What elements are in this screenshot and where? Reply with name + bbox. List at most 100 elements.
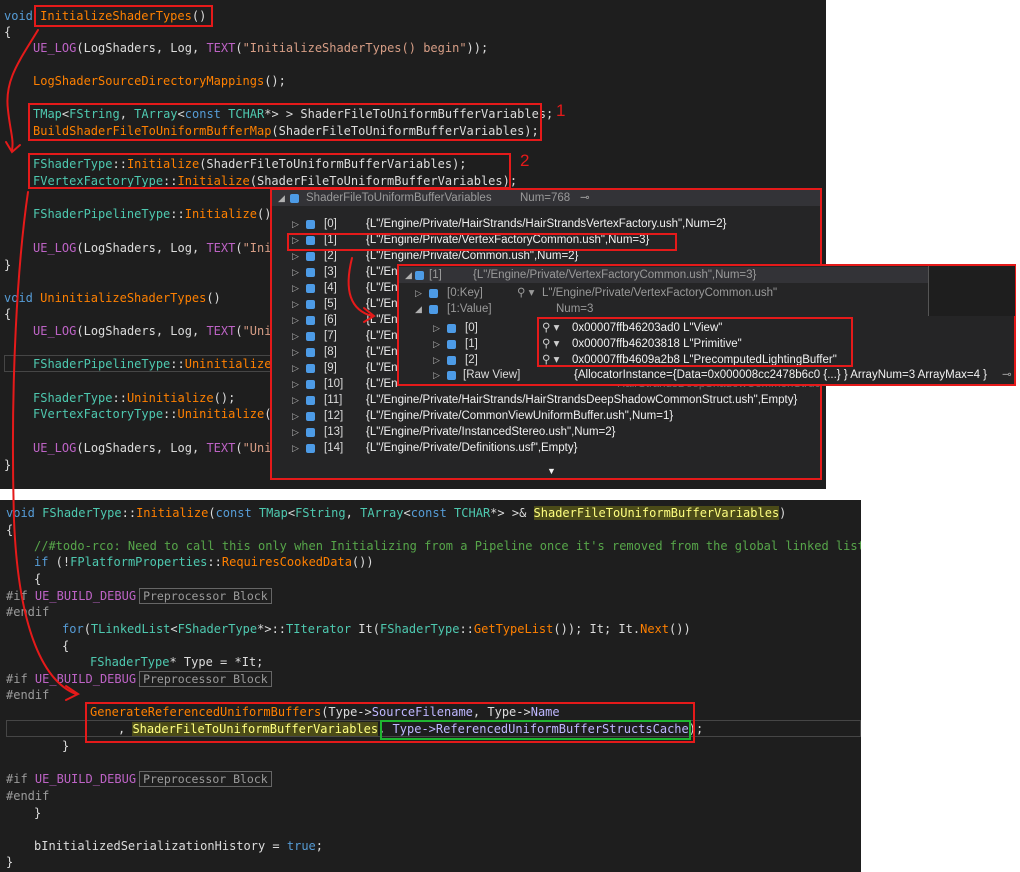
subtip-header-index: [1]: [429, 269, 442, 281]
subtip-header[interactable]: ◢ [1] {L"/Engine/Private/VertexFactoryCo…: [399, 267, 1014, 283]
expand-arrow-icon[interactable]: ▷: [292, 376, 299, 392]
annotation-number-1: 1: [556, 101, 566, 120]
subtip-header-value: {L"/Engine/Private/VertexFactoryCommon.u…: [473, 269, 757, 281]
watch-row-index: [11]: [324, 394, 343, 406]
variable-icon: [306, 380, 315, 389]
code-line: {: [4, 307, 12, 321]
watch-row-value: {L"/Engine/Private/InstancedStereo.ush",…: [366, 426, 616, 438]
code-line: }: [4, 458, 12, 472]
bottom-code-editor[interactable]: void FShaderType::Initialize(const TMap<…: [0, 500, 861, 872]
variable-icon: [306, 316, 315, 325]
code-line: }: [62, 739, 70, 753]
code-line: }: [4, 258, 12, 272]
code-line: UE_LOG(LogShaders, Log, TEXT("Uninit: [33, 324, 294, 338]
watch-row-value: {L"/En: [366, 314, 398, 326]
code-line: UE_LOG(LogShaders, Log, TEXT("Initia: [33, 241, 294, 255]
code-line: LogShaderSourceDirectoryMappings();: [33, 74, 286, 88]
expand-arrow-icon[interactable]: ▷: [433, 320, 440, 336]
expand-arrow-icon[interactable]: ▷: [292, 280, 299, 296]
raw-view-row[interactable]: ▷ [Raw View] {AllocatorInstance={Data=0x…: [399, 367, 1014, 383]
expand-arrow-icon[interactable]: ▷: [415, 285, 422, 301]
watch-row-index: [9]: [324, 362, 337, 374]
scroll-down-icon[interactable]: ▼: [547, 466, 556, 476]
expand-arrow-icon[interactable]: ▷: [433, 367, 440, 383]
pin-icon[interactable]: ⊸: [580, 190, 590, 206]
code-line: {: [62, 639, 70, 653]
watch-row[interactable]: ▷ [12] {L"/Engine/Private/CommonViewUnifor…: [272, 408, 820, 424]
annotation-number-2: 2: [520, 151, 530, 170]
pin-icon[interactable]: ⊸: [1002, 367, 1012, 383]
watch-row[interactable]: ▷ [0] {L"/Engine/Private/HairStrands/HairS…: [272, 216, 820, 232]
preprocessor-block-collapsed[interactable]: Preprocessor Block: [139, 671, 272, 687]
expand-arrow-icon[interactable]: ▷: [292, 216, 299, 232]
code-line: UE_LOG(LogShaders, Log, TEXT("Uninit: [33, 441, 294, 455]
code-line: void FShaderType::Initialize(const TMap<…: [6, 506, 787, 520]
watch-row-index: [14]: [324, 442, 344, 454]
preprocessor-block-collapsed[interactable]: Preprocessor Block: [139, 588, 272, 604]
expand-arrow-icon[interactable]: ▷: [292, 328, 299, 344]
watch-row-value: {L"/En: [366, 346, 398, 358]
watch-row-value: {L"/En: [366, 362, 398, 374]
highlight-box-step-2: [28, 153, 511, 189]
subtip-value-row[interactable]: ◢ [1:Value] Num=3: [399, 301, 1014, 317]
collapse-arrow-icon[interactable]: ◢: [405, 267, 412, 283]
watch-row[interactable]: ▷ [11] {L"/Engine/Private/HairStrands/Hair…: [272, 392, 820, 408]
watch-row-value: {L"/Engine/Private/HairStrands/HairStran…: [366, 394, 798, 406]
code-line: {: [4, 25, 12, 39]
code-line: FShaderPipelineType::Initialize();: [33, 207, 279, 221]
value-count: Num=3: [556, 303, 594, 315]
datatip-variable-value: Num=768: [520, 192, 571, 204]
variable-icon: [447, 371, 456, 380]
variable-icon: [306, 300, 315, 309]
variable-icon: [429, 305, 438, 314]
variable-icon: [306, 268, 315, 277]
watch-row[interactable]: ▷ [14] {L"/Engine/Private/Definitions.usf"…: [272, 440, 820, 456]
watch-row-index: [5]: [324, 298, 337, 310]
expand-arrow-icon[interactable]: ▷: [292, 264, 299, 280]
watch-row-value: {L"/En: [366, 282, 398, 294]
watch-row-value: {L"/En: [366, 330, 398, 342]
variable-icon: [306, 220, 315, 229]
expand-arrow-icon[interactable]: ▷: [292, 312, 299, 328]
watch-row-value: {L"/Engine/Private/Definitions.usf",Empt…: [366, 442, 578, 454]
watch-row-index: [10]: [324, 378, 344, 390]
code-line: }: [6, 855, 14, 869]
expand-arrow-icon[interactable]: ▷: [292, 360, 299, 376]
highlight-box-pointers: [537, 317, 853, 367]
expand-arrow-icon[interactable]: ▷: [433, 336, 440, 352]
expand-arrow-icon[interactable]: ▷: [292, 424, 299, 440]
watch-row-value: {L"/En: [366, 266, 398, 278]
code-line: FShaderType* Type = *It;: [90, 655, 264, 669]
variable-icon: [290, 194, 299, 203]
subtip-key-row[interactable]: ▷ [0:Key] ⚲ ▾ L"/Engine/Private/VertexFa…: [399, 285, 1014, 301]
watch-row[interactable]: ▷ [13] {L"/Engine/Private/InstancedStereo.…: [272, 424, 820, 440]
datatip-header[interactable]: ◢ ShaderFileToUniformBufferVariables Num…: [272, 190, 820, 206]
expand-arrow-icon[interactable]: ▷: [292, 408, 299, 424]
expand-arrow-icon[interactable]: ▷: [292, 392, 299, 408]
highlight-box-row-1: [287, 233, 677, 251]
watch-row-index: [6]: [324, 314, 337, 326]
variable-icon: [306, 412, 315, 421]
variable-icon: [306, 364, 315, 373]
expand-arrow-icon[interactable]: ▷: [292, 296, 299, 312]
code-line: #if UE_BUILD_DEBUG Preprocessor Block: [6, 771, 272, 787]
raw-view-label: [Raw View]: [463, 369, 521, 381]
watch-row-value: {L"/En: [366, 298, 398, 310]
search-icon[interactable]: ⚲ ▾: [517, 285, 534, 301]
collapse-arrow-icon[interactable]: ◢: [415, 301, 422, 317]
code-line: if (!FPlatformProperties::RequiresCooked…: [34, 555, 374, 569]
code-line: bInitializedSerializationHistory = true;: [34, 839, 324, 853]
code-line: UE_LOG(LogShaders, Log, TEXT("Initialize…: [33, 41, 489, 55]
key-label: [0:Key]: [447, 287, 483, 299]
variable-icon: [306, 252, 315, 261]
code-line: #endif: [6, 789, 50, 803]
collapse-arrow-icon[interactable]: ◢: [278, 190, 285, 206]
code-line: }: [34, 806, 42, 820]
code-line: for(TLinkedList<FShaderType*>::TIterator…: [62, 622, 691, 636]
expand-arrow-icon[interactable]: ▷: [292, 344, 299, 360]
preprocessor-block-collapsed[interactable]: Preprocessor Block: [139, 771, 272, 787]
expand-arrow-icon[interactable]: ▷: [292, 440, 299, 456]
variable-icon: [306, 284, 315, 293]
expand-arrow-icon[interactable]: ▷: [433, 352, 440, 368]
sub-entry-index: [1]: [465, 338, 478, 350]
